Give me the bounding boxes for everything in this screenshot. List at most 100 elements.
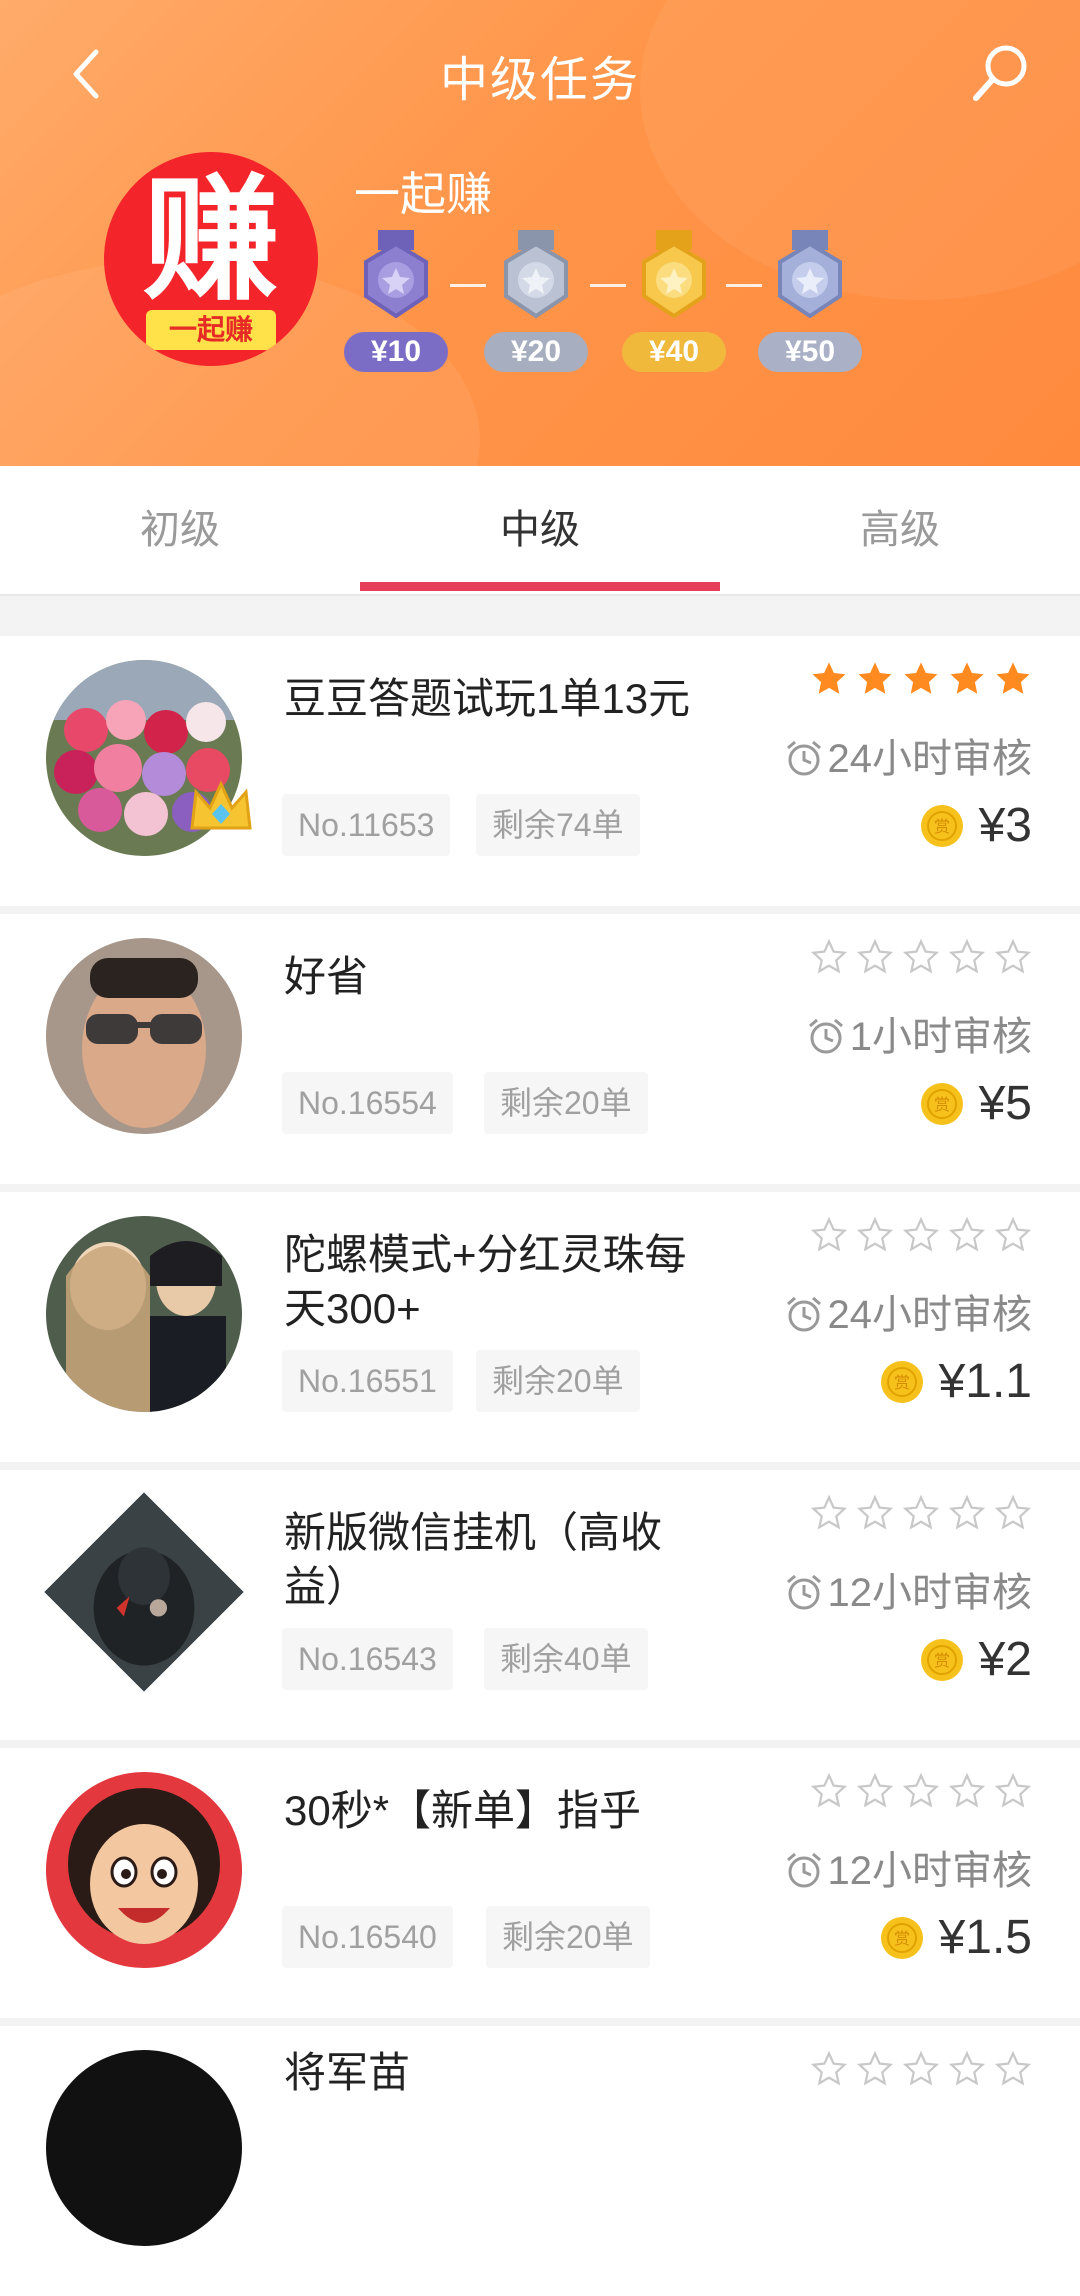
cartoon-face-avatar xyxy=(46,1772,242,1968)
coin-icon: 赏 xyxy=(920,805,963,847)
medal-icon xyxy=(642,230,706,319)
alarm-clock-icon xyxy=(786,1574,821,1610)
review-time-text: 24小时审核 xyxy=(827,1293,1033,1337)
task-number: No.16554 xyxy=(282,1072,453,1134)
review-time: 24小时审核 xyxy=(784,726,1033,784)
review-time-text: 1小时审核 xyxy=(849,1015,1032,1059)
star-outline-icon xyxy=(994,938,1032,974)
review-time: 1小时审核 xyxy=(806,1004,1032,1062)
review-time-text: 24小时审核 xyxy=(827,737,1033,781)
star-filled-icon xyxy=(904,662,938,694)
rating-stars xyxy=(802,938,1032,978)
task-price: ¥3 xyxy=(978,799,1032,852)
review-time: 12小时审核 xyxy=(784,1838,1032,1896)
star-filled-icon xyxy=(996,662,1030,694)
app-logo: 赚 一起赚 xyxy=(104,152,318,366)
rating-stars xyxy=(802,1494,1032,1534)
svg-text:赏: 赏 xyxy=(934,1095,950,1114)
alarm-clock-icon xyxy=(786,740,821,776)
svg-text:赏: 赏 xyxy=(934,1651,950,1670)
task-remaining: 剩余40单 xyxy=(484,1628,648,1690)
task-price: ¥1.5 xyxy=(938,1911,1032,1964)
task-reward: 赏 ¥1.1 xyxy=(879,1354,1032,1409)
star-outline-icon xyxy=(902,938,940,974)
task-price: ¥5 xyxy=(978,1077,1032,1130)
man-sunglasses-avatar xyxy=(46,938,242,1134)
task-remaining: 剩余20单 xyxy=(476,1350,640,1412)
star-outline-icon xyxy=(810,1772,848,1808)
header: 中级任务 赚 一起赚 一起赚 ¥10 ¥20 ¥40 ¥50 xyxy=(0,0,1080,466)
medal-icon xyxy=(364,230,428,319)
medal-level-4: ¥50 xyxy=(758,230,862,372)
task-title: 豆豆答题试玩1单13元 xyxy=(284,675,691,722)
star-outline-icon xyxy=(902,1494,940,1530)
star-outline-icon xyxy=(810,938,848,974)
medal-reward: ¥20 xyxy=(484,332,588,372)
star-outline-icon xyxy=(810,1216,848,1252)
svg-text:赏: 赏 xyxy=(894,1373,910,1392)
medal-icon xyxy=(778,230,842,319)
logo-ribbon: 一起赚 xyxy=(146,310,276,350)
task-card[interactable]: 30秒*【新单】指乎 No.16540 剩余20单 12小时审核 赏 ¥1.5 xyxy=(0,1748,1080,2018)
tab-junior[interactable]: 初级 xyxy=(0,466,360,594)
star-outline-icon xyxy=(948,1216,986,1252)
task-card[interactable]: 好省 No.16554 剩余20单 1小时审核 赏 ¥5 xyxy=(0,914,1080,1184)
search-icon xyxy=(973,45,1027,101)
task-reward: 赏 ¥5 xyxy=(919,1076,1032,1131)
task-number: No.11653 xyxy=(282,794,451,856)
task-number: No.16540 xyxy=(282,1906,453,1968)
tab-indicator xyxy=(360,582,720,591)
star-outline-icon xyxy=(948,1494,986,1530)
task-title: 新版微信挂机（高收益） xyxy=(284,1509,663,1610)
coin-icon: 赏 xyxy=(880,1361,923,1403)
star-outline-icon xyxy=(994,1772,1032,1808)
star-outline-icon xyxy=(948,2050,986,2086)
star-outline-icon xyxy=(810,2050,848,2086)
task-reward: 赏 ¥2 xyxy=(919,1632,1032,1687)
task-price: ¥2 xyxy=(978,1633,1032,1686)
star-outline-icon xyxy=(856,1216,894,1252)
anime-avatar xyxy=(46,1216,242,1412)
star-outline-icon xyxy=(902,1216,940,1252)
level-tabs: 初级 中级 高级 xyxy=(0,466,1080,596)
logo-character: 赚 xyxy=(143,164,279,316)
star-outline-icon xyxy=(856,1772,894,1808)
star-filled-icon xyxy=(812,662,846,694)
star-outline-icon xyxy=(994,1494,1032,1530)
star-outline-icon xyxy=(856,938,894,974)
task-title: 将军苗 xyxy=(284,2049,411,2096)
svg-text:赏: 赏 xyxy=(934,817,950,836)
rating-stars xyxy=(802,1216,1032,1256)
crown-icon xyxy=(190,780,252,830)
tab-intermediate[interactable]: 中级 xyxy=(360,466,720,594)
medal-reward: ¥40 xyxy=(622,332,726,372)
rating-stars xyxy=(802,2050,1032,2090)
task-reward: 赏 ¥1.5 xyxy=(879,1910,1032,1965)
star-outline-icon xyxy=(902,1772,940,1808)
task-remaining: 剩余20单 xyxy=(486,1906,650,1968)
tab-senior[interactable]: 高级 xyxy=(720,466,1080,594)
svg-text:赏: 赏 xyxy=(894,1929,910,1948)
task-card[interactable]: 将军苗 xyxy=(0,2026,1080,2296)
medal-level-2: ¥20 xyxy=(484,230,588,372)
alarm-clock-icon xyxy=(786,1296,821,1332)
star-outline-icon xyxy=(948,1772,986,1808)
medal-reward: ¥10 xyxy=(344,332,448,372)
medal-level-1: ¥10 xyxy=(344,230,448,372)
alarm-clock-icon xyxy=(786,1852,821,1888)
star-outline-icon xyxy=(902,2050,940,2086)
task-number: No.16543 xyxy=(282,1628,453,1690)
rating-stars xyxy=(802,660,1032,700)
task-card[interactable]: 陀螺模式+分红灵珠每天300+ No.16551 剩余20单 24小时审核 赏 ¥… xyxy=(0,1192,1080,1462)
coin-icon: 赏 xyxy=(920,1083,963,1125)
brand-name: 一起赚 xyxy=(354,168,492,220)
task-card[interactable]: 新版微信挂机（高收益） No.16543 剩余40单 12小时审核 赏 ¥2 xyxy=(0,1470,1080,1740)
task-card[interactable]: 豆豆答题试玩1单13元 No.11653 剩余74单 24小时审核 赏 ¥3 xyxy=(0,636,1080,906)
star-outline-icon xyxy=(948,938,986,974)
rating-stars xyxy=(802,1772,1032,1812)
task-title: 30秒*【新单】指乎 xyxy=(284,1787,642,1834)
search-button[interactable] xyxy=(970,42,1032,104)
task-title: 陀螺模式+分红灵珠每天300+ xyxy=(284,1231,687,1332)
task-remaining: 剩余20单 xyxy=(484,1072,648,1134)
star-outline-icon xyxy=(994,1216,1032,1252)
